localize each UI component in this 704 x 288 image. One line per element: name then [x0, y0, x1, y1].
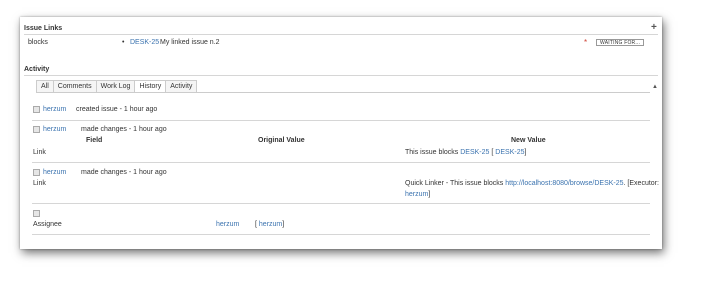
- bracket: ]: [524, 149, 527, 156]
- new-value-continued: herzum]: [405, 191, 430, 198]
- avatar: [33, 169, 40, 176]
- entry-user-link[interactable]: herzum: [43, 169, 66, 176]
- new-value-text: This issue blocks: [405, 149, 459, 156]
- bracket: [: [491, 149, 494, 156]
- divider: [32, 120, 650, 121]
- original-value-user-link[interactable]: herzum: [216, 221, 239, 228]
- entry-user-link[interactable]: herzum: [43, 106, 66, 113]
- bracket: [: [255, 221, 257, 228]
- issue-link[interactable]: DESK-25: [495, 149, 524, 156]
- activity-title: Activity: [24, 66, 50, 73]
- user-link[interactable]: herzum: [259, 221, 282, 228]
- issue-links-title: Issue Links: [24, 25, 63, 32]
- tab-underline: [36, 92, 650, 93]
- entry-user-link[interactable]: herzum: [43, 126, 66, 133]
- column-header-new-value: New Value: [511, 137, 546, 144]
- link-relation: blocks: [28, 39, 48, 46]
- bracket: ]: [428, 191, 431, 198]
- field-name: Link: [33, 180, 46, 187]
- priority-star-icon: *: [584, 38, 588, 47]
- entry-action: created issue - 1 hour ago: [76, 106, 158, 113]
- status-badge: WAITING FOR...: [596, 39, 645, 46]
- column-header-field: Field: [86, 137, 103, 144]
- bullet: •: [122, 39, 125, 46]
- issue-panel: Issue Links + blocks • DESK-25 My linked…: [20, 17, 662, 249]
- avatar: [33, 106, 40, 113]
- field-name: Assignee: [33, 221, 62, 228]
- new-value-text: Quick Linker - This issue blocks: [405, 180, 504, 187]
- divider: [32, 234, 650, 235]
- divider: [32, 162, 650, 163]
- new-value-text: . [Executor:: [623, 180, 659, 187]
- issue-link[interactable]: DESK-25: [460, 149, 489, 156]
- new-value: This issue blocks DESK-25 [ DESK-25]: [405, 149, 526, 156]
- column-header-original-value: Original Value: [258, 137, 305, 144]
- new-value: [ herzum]: [255, 221, 284, 228]
- add-link-plus-icon[interactable]: +: [651, 23, 657, 33]
- entry-action: made changes - 1 hour ago: [81, 169, 167, 176]
- entry-action: made changes - 1 hour ago: [81, 126, 167, 133]
- divider: [24, 75, 658, 76]
- avatar: [33, 126, 40, 133]
- user-link[interactable]: herzum: [405, 191, 428, 198]
- field-name: Link: [33, 149, 46, 156]
- new-value: Quick Linker - This issue blocks http://…: [405, 180, 659, 187]
- divider: [24, 34, 658, 35]
- linked-issue-summary: My linked issue n.2: [160, 39, 220, 46]
- avatar: [33, 210, 40, 217]
- linked-issue-key[interactable]: DESK-25: [130, 39, 159, 46]
- divider: [32, 203, 650, 204]
- issue-url-link[interactable]: http://localhost:8080/browse/DESK-25: [505, 180, 623, 187]
- bracket: ]: [282, 221, 285, 228]
- collapse-arrow-up-icon[interactable]: ▲: [652, 84, 658, 90]
